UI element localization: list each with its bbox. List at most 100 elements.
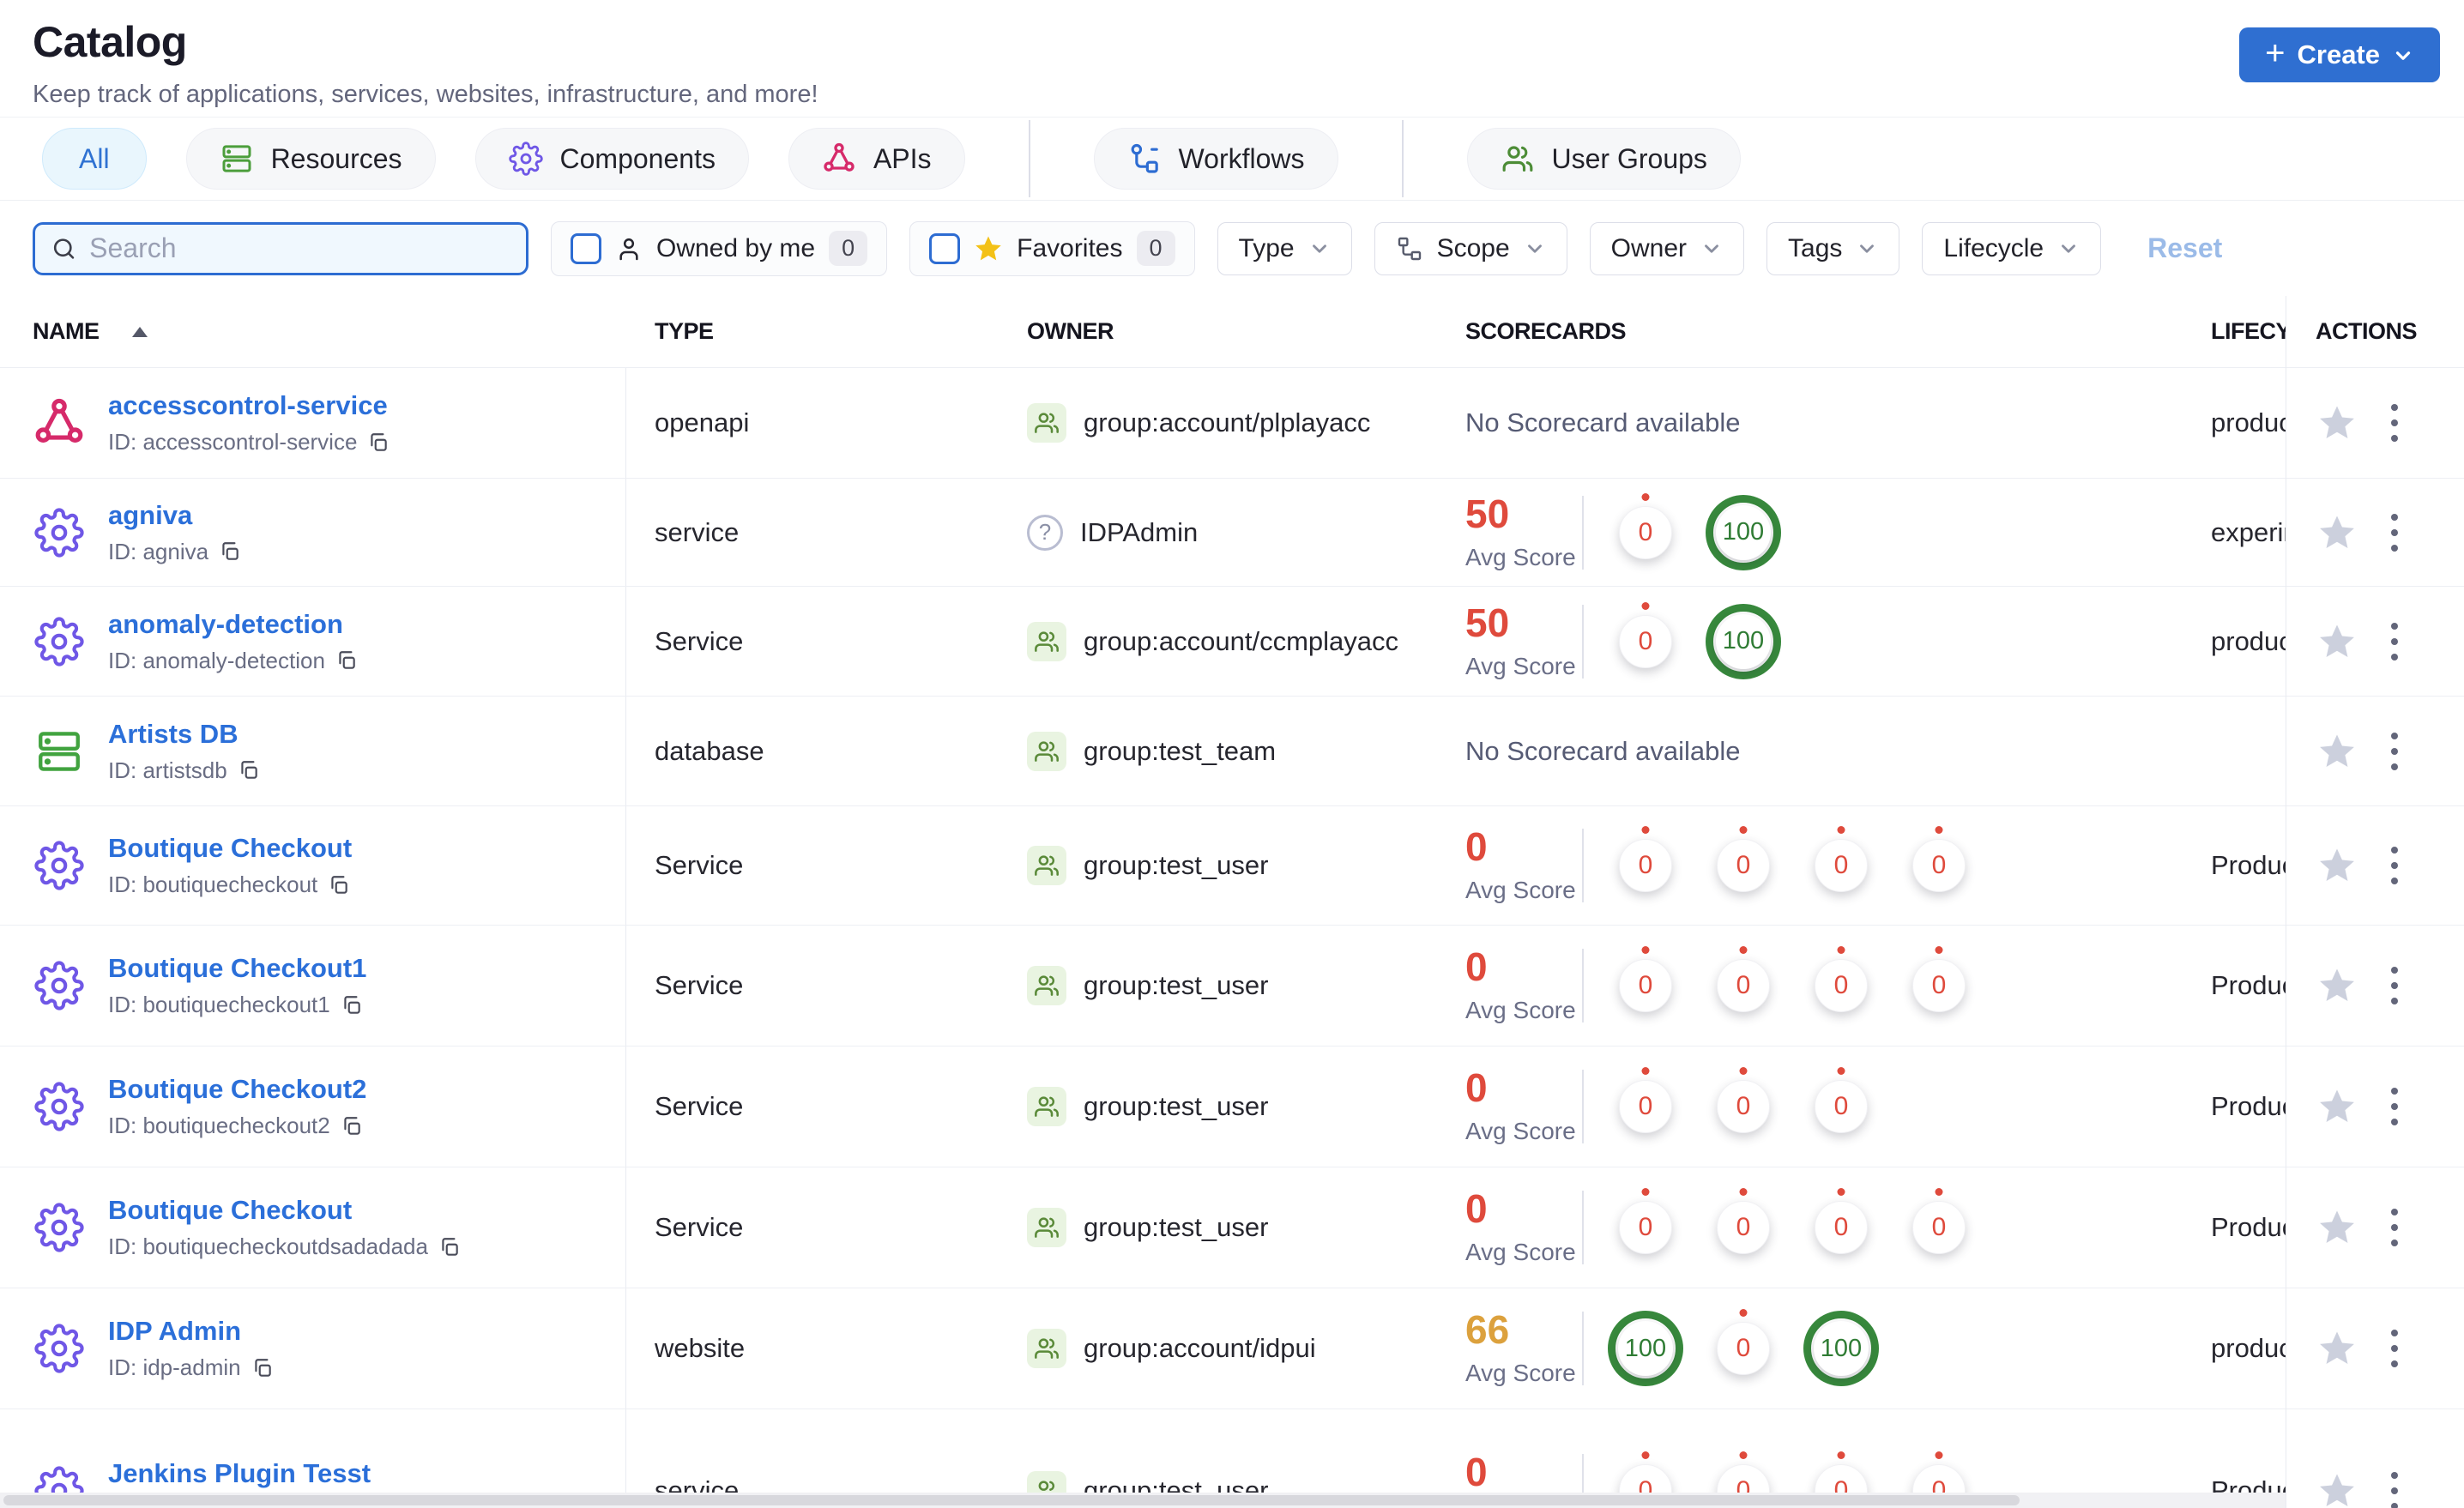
row-menu-kebab-icon[interactable] bbox=[2386, 399, 2403, 447]
avg-score-value: 66 bbox=[1465, 1307, 1510, 1352]
copy-icon[interactable] bbox=[328, 874, 350, 896]
table-row: Boutique Checkout ID: boutiquecheckout S… bbox=[0, 805, 2286, 925]
table-row: IDP Admin ID: idp-admin website group:ac… bbox=[0, 1288, 2286, 1408]
horizontal-scrollbar-thumb[interactable] bbox=[3, 1495, 2020, 1505]
dropdown-label: Owner bbox=[1610, 233, 1688, 262]
scorecard-ring-100[interactable]: 100 bbox=[1803, 1309, 1879, 1388]
entity-name-link[interactable]: agniva bbox=[108, 500, 241, 531]
table-row: Boutique Checkout1 ID: boutiquecheckout1… bbox=[0, 925, 2286, 1046]
entity-name-link[interactable]: IDP Admin bbox=[108, 1316, 274, 1347]
row-menu-kebab-icon[interactable] bbox=[2386, 1203, 2403, 1252]
search-input[interactable] bbox=[89, 232, 510, 264]
owned-by-me-filter[interactable]: Owned by me 0 bbox=[551, 220, 888, 276]
entity-name-link[interactable]: accesscontrol-service bbox=[108, 390, 390, 421]
scorecard-ring-0[interactable]: 0 bbox=[1608, 946, 1683, 1025]
scorecard-ring-0[interactable]: 0 bbox=[1803, 826, 1879, 905]
favorite-toggle-star-icon[interactable] bbox=[2317, 403, 2357, 443]
copy-icon[interactable] bbox=[341, 994, 363, 1016]
column-header-lifecycle: LIFECYCLE bbox=[2211, 318, 2286, 344]
copy-icon[interactable] bbox=[367, 431, 390, 454]
scorecard-ring-0[interactable]: 0 bbox=[1706, 1067, 1781, 1146]
scorecard-ring-0[interactable]: 0 bbox=[1608, 492, 1683, 572]
entity-name-link[interactable]: anomaly-detection bbox=[108, 609, 358, 640]
scorecard-ring-0[interactable]: 0 bbox=[1803, 1067, 1879, 1146]
favorite-toggle-star-icon[interactable] bbox=[2317, 732, 2357, 771]
scorecard-ring-0[interactable]: 0 bbox=[1803, 946, 1879, 1025]
table-row: agniva ID: agniva service ? IDPAdmin 50 A… bbox=[0, 478, 2286, 586]
filter-dropdown-tags[interactable]: Tags bbox=[1766, 221, 1900, 275]
scorecard-ring-0[interactable]: 0 bbox=[1706, 1309, 1781, 1388]
copy-icon[interactable] bbox=[335, 649, 358, 672]
entity-id: ID: boutiquecheckout bbox=[108, 872, 318, 897]
entity-name-link[interactable]: Jenkins Plugin Tesst bbox=[108, 1458, 371, 1489]
scorecard-ring-100[interactable]: 100 bbox=[1706, 493, 1781, 572]
scorecard-ring-100[interactable]: 100 bbox=[1608, 1309, 1683, 1388]
row-menu-kebab-icon[interactable] bbox=[2386, 1083, 2403, 1131]
page-title: Catalog bbox=[33, 18, 187, 66]
entity-name-link[interactable]: Boutique Checkout bbox=[108, 1195, 461, 1226]
type-cell: website bbox=[655, 1333, 746, 1363]
column-header-name[interactable]: NAME bbox=[0, 318, 626, 345]
tab-user-groups[interactable]: User Groups bbox=[1466, 128, 1741, 190]
favorite-toggle-star-icon[interactable] bbox=[2317, 846, 2357, 885]
horizontal-scrollbar[interactable] bbox=[0, 1493, 2286, 1508]
row-menu-kebab-icon[interactable] bbox=[2386, 841, 2403, 890]
scorecard-ring-100[interactable]: 100 bbox=[1706, 602, 1781, 681]
tab-resources[interactable]: Resources bbox=[185, 128, 436, 190]
scorecard-ring-0[interactable]: 0 bbox=[1608, 601, 1683, 681]
create-button[interactable]: + Create bbox=[2239, 27, 2440, 82]
reset-filters-link[interactable]: Reset bbox=[2147, 232, 2222, 264]
row-menu-kebab-icon[interactable] bbox=[2386, 618, 2403, 666]
copy-icon[interactable] bbox=[251, 1357, 274, 1379]
row-menu-kebab-icon[interactable] bbox=[2386, 727, 2403, 775]
favorites-filter[interactable]: Favorites 0 bbox=[909, 220, 1195, 276]
favorite-toggle-star-icon[interactable] bbox=[2317, 622, 2357, 661]
favorite-toggle-star-icon[interactable] bbox=[2317, 966, 2357, 1005]
tab-workflows[interactable]: Workflows bbox=[1093, 128, 1338, 190]
favorite-toggle-star-icon[interactable] bbox=[2317, 1471, 2357, 1508]
row-menu-kebab-icon[interactable] bbox=[2386, 509, 2403, 557]
copy-icon[interactable] bbox=[341, 1115, 363, 1137]
entity-name-link[interactable]: Boutique Checkout1 bbox=[108, 953, 366, 984]
scorecard-ring-0[interactable]: 0 bbox=[1706, 1188, 1781, 1267]
copy-icon[interactable] bbox=[438, 1236, 461, 1258]
column-header-type: TYPE bbox=[655, 318, 714, 344]
actions-body bbox=[2286, 367, 2464, 1508]
tab-all[interactable]: All bbox=[42, 128, 147, 190]
scorecard-ring-0[interactable]: 0 bbox=[1608, 1188, 1683, 1267]
scorecard-ring-0[interactable]: 0 bbox=[1608, 826, 1683, 905]
favorite-toggle-star-icon[interactable] bbox=[2317, 1329, 2357, 1368]
scorecard-ring-0[interactable]: 0 bbox=[1901, 946, 1977, 1025]
avg-score-label: Avg Score bbox=[1465, 652, 1576, 679]
scorecard-ring-0[interactable]: 0 bbox=[1706, 826, 1781, 905]
owned-by-me-checkbox[interactable] bbox=[571, 232, 601, 264]
table-scroll-area[interactable]: NAME TYPE OWNER SCORECARDS LIFECYCLE acc… bbox=[0, 296, 2286, 1508]
scorecard-ring-0[interactable]: 0 bbox=[1803, 1188, 1879, 1267]
filter-dropdown-scope[interactable]: Scope bbox=[1374, 221, 1567, 275]
scorecard-ring-0[interactable]: 0 bbox=[1706, 946, 1781, 1025]
entity-name-link[interactable]: Boutique Checkout2 bbox=[108, 1074, 366, 1105]
filter-dropdown-owner[interactable]: Owner bbox=[1589, 221, 1745, 275]
favorites-checkbox[interactable] bbox=[929, 232, 961, 264]
favorite-toggle-star-icon[interactable] bbox=[2317, 513, 2357, 552]
favorite-toggle-star-icon[interactable] bbox=[2317, 1087, 2357, 1126]
chevron-down-icon bbox=[2395, 51, 2411, 60]
scorecard-ring-0[interactable]: 0 bbox=[1608, 1067, 1683, 1146]
row-menu-kebab-icon[interactable] bbox=[2386, 1324, 2403, 1372]
tab-components[interactable]: Components bbox=[474, 128, 749, 190]
tab-apis[interactable]: APIs bbox=[788, 128, 965, 190]
group-icon bbox=[1027, 1087, 1066, 1126]
scorecard-ring-0[interactable]: 0 bbox=[1901, 1188, 1977, 1267]
entity-name-link[interactable]: Artists DB bbox=[108, 719, 260, 750]
search-box bbox=[33, 221, 528, 275]
copy-icon[interactable] bbox=[219, 540, 241, 563]
group-icon bbox=[1027, 1329, 1066, 1368]
entity-name-link[interactable]: Boutique Checkout bbox=[108, 833, 352, 864]
row-menu-kebab-icon[interactable] bbox=[2386, 962, 2403, 1010]
filter-dropdown-lifecycle[interactable]: Lifecycle bbox=[1922, 221, 2102, 275]
copy-icon[interactable] bbox=[238, 759, 260, 781]
row-menu-kebab-icon[interactable] bbox=[2386, 1467, 2403, 1508]
favorite-toggle-star-icon[interactable] bbox=[2317, 1208, 2357, 1247]
filter-dropdown-type[interactable]: Type bbox=[1217, 221, 1352, 275]
scorecard-ring-0[interactable]: 0 bbox=[1901, 826, 1977, 905]
